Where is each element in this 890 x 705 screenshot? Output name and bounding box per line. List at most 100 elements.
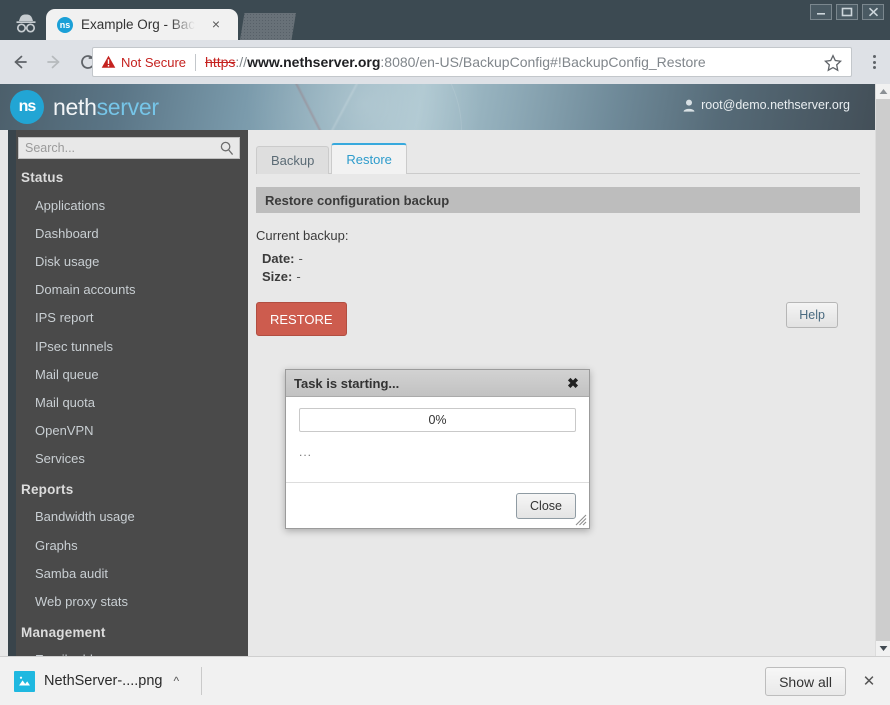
download-item[interactable]: NethServer-....png ^ [14,670,179,692]
star-icon[interactable] [823,54,843,72]
sidebar-item-bandwidth-usage[interactable]: Bandwidth usage [10,503,248,531]
content-tabs: Backup Restore [256,130,860,174]
panel-title: Restore configuration backup [256,187,860,213]
nav-group-management: Management Email addresses [10,616,248,656]
sidebar-item-applications[interactable]: Applications [10,191,248,219]
three-dots-vertical-icon[interactable] [865,53,883,71]
sidebar-item-domain-accounts[interactable]: Domain accounts [10,276,248,304]
download-shelf: NethServer-....png ^ Show all ✕ [0,656,890,705]
sidebar-search [10,130,248,161]
browser-window: ns Example Org - Bac × Not Secure https:… [0,0,890,705]
modal-footer: Close [286,482,589,528]
nav-group-label: Status [21,170,64,185]
task-modal: Task is starting... ✖ 0% ... Close [285,369,590,529]
app-header: ns nethserver root@demo.nethserver.org [0,84,875,130]
progress-percent-label: 0% [428,413,447,427]
sidebar-item-mail-queue[interactable]: Mail queue [10,360,248,388]
sidebar-item-samba-audit[interactable]: Samba audit [10,559,248,587]
close-shelf-icon[interactable]: ✕ [860,672,878,690]
omnibox[interactable]: Not Secure https://www.nethserver.org:80… [92,47,852,77]
not-secure-label: Not Secure [121,54,187,70]
page-viewport: ns nethserver root@demo.nethserver.org S… [0,84,890,656]
window-controls [810,4,884,20]
url-host: www.nethserver.org [247,54,381,70]
sidebar-item-dashboard[interactable]: Dashboard [10,219,248,247]
current-user-label: root@demo.nethserver.org [701,98,850,112]
not-secure-badge[interactable]: Not Secure [101,55,186,70]
modal-body: 0% ... [286,397,589,459]
omnibox-divider [195,53,197,71]
sidebar-item-services[interactable]: Services [10,445,248,473]
tab-favicon-nethserver: ns [57,16,73,33]
shelf-divider [201,667,203,695]
image-file-icon [14,670,35,692]
current-user[interactable]: root@demo.nethserver.org [683,98,850,112]
modal-close-button[interactable]: Close [516,492,576,519]
browser-tab[interactable]: ns Example Org - Bac × [46,9,238,40]
url-scheme: https [205,54,236,70]
progress-bar: 0% [299,408,576,432]
incognito-hat-icon [8,8,44,38]
tab-close-icon[interactable]: × [208,16,224,32]
nav-group-reports: Reports Bandwidth usage Graphs Samba aud… [10,473,248,616]
window-close-button[interactable] [862,4,884,20]
new-tab-placeholder[interactable] [240,13,296,40]
nav-group-label: Management [21,624,106,640]
browser-toolbar: Not Secure https://www.nethserver.org:80… [0,40,890,84]
backup-size-row: Size: - [256,269,860,286]
sidebar-item-ipsec-tunnels[interactable]: IPsec tunnels [10,332,248,360]
modal-header[interactable]: Task is starting... ✖ [286,370,589,397]
restore-button[interactable]: RESTORE [256,302,347,337]
user-icon [683,99,695,112]
sidebar-item-graphs[interactable]: Graphs [10,531,248,559]
page-scrollbar[interactable] [875,84,890,656]
window-minimize-button[interactable] [810,4,832,20]
sidebar: Status Applications Dashboard Disk usage… [8,130,248,656]
nav-group-label: Reports [21,481,74,497]
scrollbar-track[interactable] [876,99,890,641]
sidebar-item-mail-quota[interactable]: Mail quota [10,388,248,416]
tab-strip: ns Example Org - Bac × [0,0,890,40]
resize-grip-icon[interactable] [574,513,587,526]
sidebar-item-openvpn[interactable]: OpenVPN [10,417,248,445]
arrow-right-icon [40,48,68,76]
sidebar-item-web-proxy-stats[interactable]: Web proxy stats [10,587,248,615]
tab-restore[interactable]: Restore [331,143,407,174]
url-scheme-separator: :// [235,54,248,70]
search-input[interactable] [19,138,239,158]
sidebar-item-email-addresses[interactable]: Email addresses [10,646,248,656]
backup-date-key: Date: [262,251,295,266]
help-button[interactable]: Help [786,302,838,329]
nav-group-status: Status Applications Dashboard Disk usage… [10,161,248,473]
sidebar-item-disk-usage[interactable]: Disk usage [10,247,248,275]
search-magnifier-icon [220,141,234,156]
scrollbar-up-arrow-icon[interactable] [876,84,890,99]
chevron-up-icon[interactable]: ^ [173,674,179,688]
modal-title: Task is starting... [294,375,400,391]
search-box[interactable] [18,137,240,159]
arrow-left-icon[interactable] [6,48,34,76]
action-row: RESTORE Help [256,302,860,337]
window-maximize-button[interactable] [836,4,858,20]
show-all-downloads-button[interactable]: Show all [765,667,846,696]
current-backup-label: Current backup: [256,228,349,243]
warning-triangle-icon [101,55,116,68]
task-status-text: ... [299,445,313,459]
sidebar-item-ips-report[interactable]: IPS report [10,304,248,332]
tab-title: Example Org - Bac [81,17,196,32]
backup-date-value: - [298,251,303,266]
backup-date-row: Date: - [256,251,860,268]
backup-size-value: - [296,268,301,284]
tab-backup[interactable]: Backup [256,146,330,174]
download-file-name: NethServer-....png [44,673,163,689]
logo-word-primary: neth [53,93,97,120]
nethserver-wordmark: nethserver [53,94,159,121]
scrollbar-down-arrow-icon[interactable] [876,641,890,656]
backup-size-key: Size: [262,268,293,284]
nethserver-mark-icon: ns [10,90,44,124]
url-text: https://www.nethserver.org:8080/en-US/Ba… [205,54,706,70]
logo-word-secondary: server [96,93,159,120]
url-path: :8080/en-US/BackupConfig#!BackupConfig_R… [380,54,706,70]
nethserver-logo[interactable]: ns nethserver [10,90,159,124]
modal-close-icon[interactable]: ✖ [565,375,581,391]
